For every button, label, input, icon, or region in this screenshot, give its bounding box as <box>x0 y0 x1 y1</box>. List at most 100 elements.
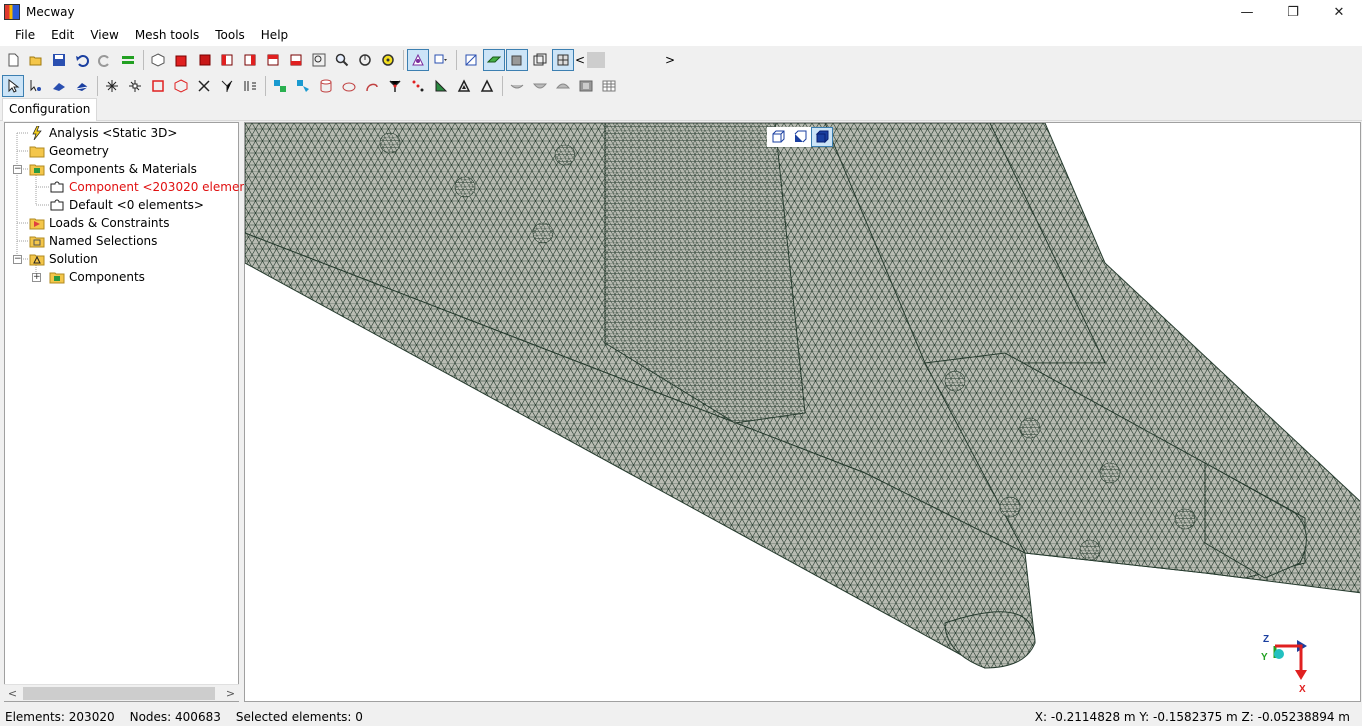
folder-icon <box>29 146 45 158</box>
toolbar-scroll-thumb[interactable] <box>587 52 606 68</box>
restore-button[interactable]: ❐ <box>1270 0 1316 24</box>
toolbar-scroll-left[interactable]: < <box>575 53 585 67</box>
zoom-icon[interactable] <box>331 49 353 71</box>
bowl-icon[interactable] <box>529 75 551 97</box>
view-top-icon[interactable] <box>262 49 284 71</box>
axis-triad: Z Y X <box>1261 634 1307 695</box>
select-face-icon[interactable] <box>48 75 70 97</box>
y-branch-icon[interactable] <box>384 75 406 97</box>
scroll-track[interactable] <box>21 686 222 700</box>
hat-icon[interactable] <box>552 75 574 97</box>
view-solid-cube-icon[interactable] <box>789 127 811 147</box>
menu-file[interactable]: File <box>7 24 43 46</box>
triangle-outline-icon[interactable] <box>476 75 498 97</box>
view-left-icon[interactable] <box>216 49 238 71</box>
scroll-left-arrow[interactable]: < <box>4 687 21 700</box>
cylinder-icon[interactable] <box>315 75 337 97</box>
scroll-thumb[interactable] <box>23 686 215 700</box>
grid-icon[interactable] <box>598 75 620 97</box>
select-node-icon[interactable] <box>25 75 47 97</box>
view-right-icon[interactable] <box>239 49 261 71</box>
tab-configuration[interactable]: Configuration <box>2 98 98 121</box>
paste-nodes-icon[interactable] <box>269 75 291 97</box>
menu-edit[interactable]: Edit <box>43 24 82 46</box>
square-icon[interactable] <box>147 75 169 97</box>
solution-icon <box>29 254 45 266</box>
torus-icon[interactable] <box>338 75 360 97</box>
minimize-button[interactable]: — <box>1224 0 1270 24</box>
menu-bar: File Edit View Mesh tools Tools Help <box>0 24 1362 46</box>
toolbar-scroll-right[interactable]: > <box>665 53 675 67</box>
view-back-icon[interactable] <box>193 49 215 71</box>
cube-outline-icon[interactable] <box>170 75 192 97</box>
redo-icon[interactable] <box>94 49 116 71</box>
display-wireframe-icon[interactable] <box>460 49 482 71</box>
puzzle-icon <box>50 181 64 193</box>
tree-item-solution-components[interactable]: Components <box>49 268 145 286</box>
tree-item-components-materials[interactable]: Components & Materials <box>29 160 197 178</box>
select-mesh-icon[interactable] <box>407 49 429 71</box>
tree-collapse-solution[interactable]: − <box>13 255 22 264</box>
status-selected: Selected elements: 0 <box>235 710 363 724</box>
tree-item-analysis[interactable]: Analysis <Static 3D> <box>29 124 177 142</box>
view-full-cube-icon[interactable] <box>811 127 833 147</box>
toolbar-separator <box>403 50 404 70</box>
rotate-center-icon[interactable] <box>377 49 399 71</box>
open-folder-icon[interactable] <box>25 49 47 71</box>
mecway-app-icon <box>4 4 20 20</box>
curve-icon[interactable] <box>361 75 383 97</box>
tree-horizontal-scrollbar[interactable]: < > <box>4 684 239 701</box>
rotate-icon[interactable] <box>354 49 376 71</box>
split-icon[interactable] <box>216 75 238 97</box>
tree-item-solution[interactable]: Solution <box>29 250 98 268</box>
delete-x-icon[interactable] <box>193 75 215 97</box>
tree-collapse-components[interactable]: − <box>13 165 22 174</box>
film-icon[interactable] <box>575 75 597 97</box>
axis-z-label: Z <box>1263 634 1269 645</box>
tree-expand-components[interactable]: + <box>32 273 41 282</box>
menu-mesh-tools[interactable]: Mesh tools <box>127 24 207 46</box>
scroll-right-arrow[interactable]: > <box>222 687 239 700</box>
view-wire-cube-icon[interactable] <box>767 127 789 147</box>
menu-tools[interactable]: Tools <box>207 24 253 46</box>
toolbar-scroller[interactable]: < <box>575 51 625 69</box>
tree-item-loads-constraints[interactable]: Loads & Constraints <box>29 214 170 232</box>
tree-item-default[interactable]: Default <0 elements> <box>49 196 204 214</box>
loads-icon <box>29 218 45 230</box>
undo-icon[interactable] <box>71 49 93 71</box>
node-star-icon[interactable] <box>101 75 123 97</box>
select-pointer-icon[interactable] <box>2 75 24 97</box>
display-solid-icon[interactable] <box>506 49 528 71</box>
view-front-icon[interactable] <box>170 49 192 71</box>
tree-item-component[interactable]: Component <203020 elements> <box>49 178 268 196</box>
element-star-icon[interactable] <box>124 75 146 97</box>
bars-icon[interactable] <box>239 75 261 97</box>
new-file-icon[interactable] <box>2 49 24 71</box>
tree-item-named-selections[interactable]: Named Selections <box>29 232 157 250</box>
tree-item-geometry[interactable]: Geometry <box>29 142 109 160</box>
dots-icon[interactable] <box>407 75 429 97</box>
toolbar-separator <box>143 50 144 70</box>
view-bottom-icon[interactable] <box>285 49 307 71</box>
model-viewport[interactable]: Z Y X <box>244 122 1361 702</box>
view-mode-toggle <box>767 127 833 147</box>
paste-faces-icon[interactable] <box>292 75 314 97</box>
zoom-box-icon[interactable] <box>308 49 330 71</box>
equals-icon[interactable] <box>117 49 139 71</box>
view-iso-icon[interactable] <box>147 49 169 71</box>
display-outline-icon[interactable] <box>529 49 551 71</box>
delta-icon[interactable] <box>453 75 475 97</box>
perspective-dropdown-icon[interactable] <box>430 49 452 71</box>
mesh-model[interactable] <box>245 123 1361 702</box>
menu-help[interactable]: Help <box>253 24 296 46</box>
triangle-tool-icon[interactable] <box>430 75 452 97</box>
shell-icon[interactable] <box>506 75 528 97</box>
lightning-icon <box>32 126 42 140</box>
display-shaded-icon[interactable] <box>483 49 505 71</box>
save-icon[interactable] <box>48 49 70 71</box>
close-button[interactable]: ✕ <box>1316 0 1362 24</box>
select-edge-icon[interactable] <box>71 75 93 97</box>
display-mesh-icon[interactable] <box>552 49 574 71</box>
toolbar-separator <box>456 50 457 70</box>
menu-view[interactable]: View <box>82 24 126 46</box>
